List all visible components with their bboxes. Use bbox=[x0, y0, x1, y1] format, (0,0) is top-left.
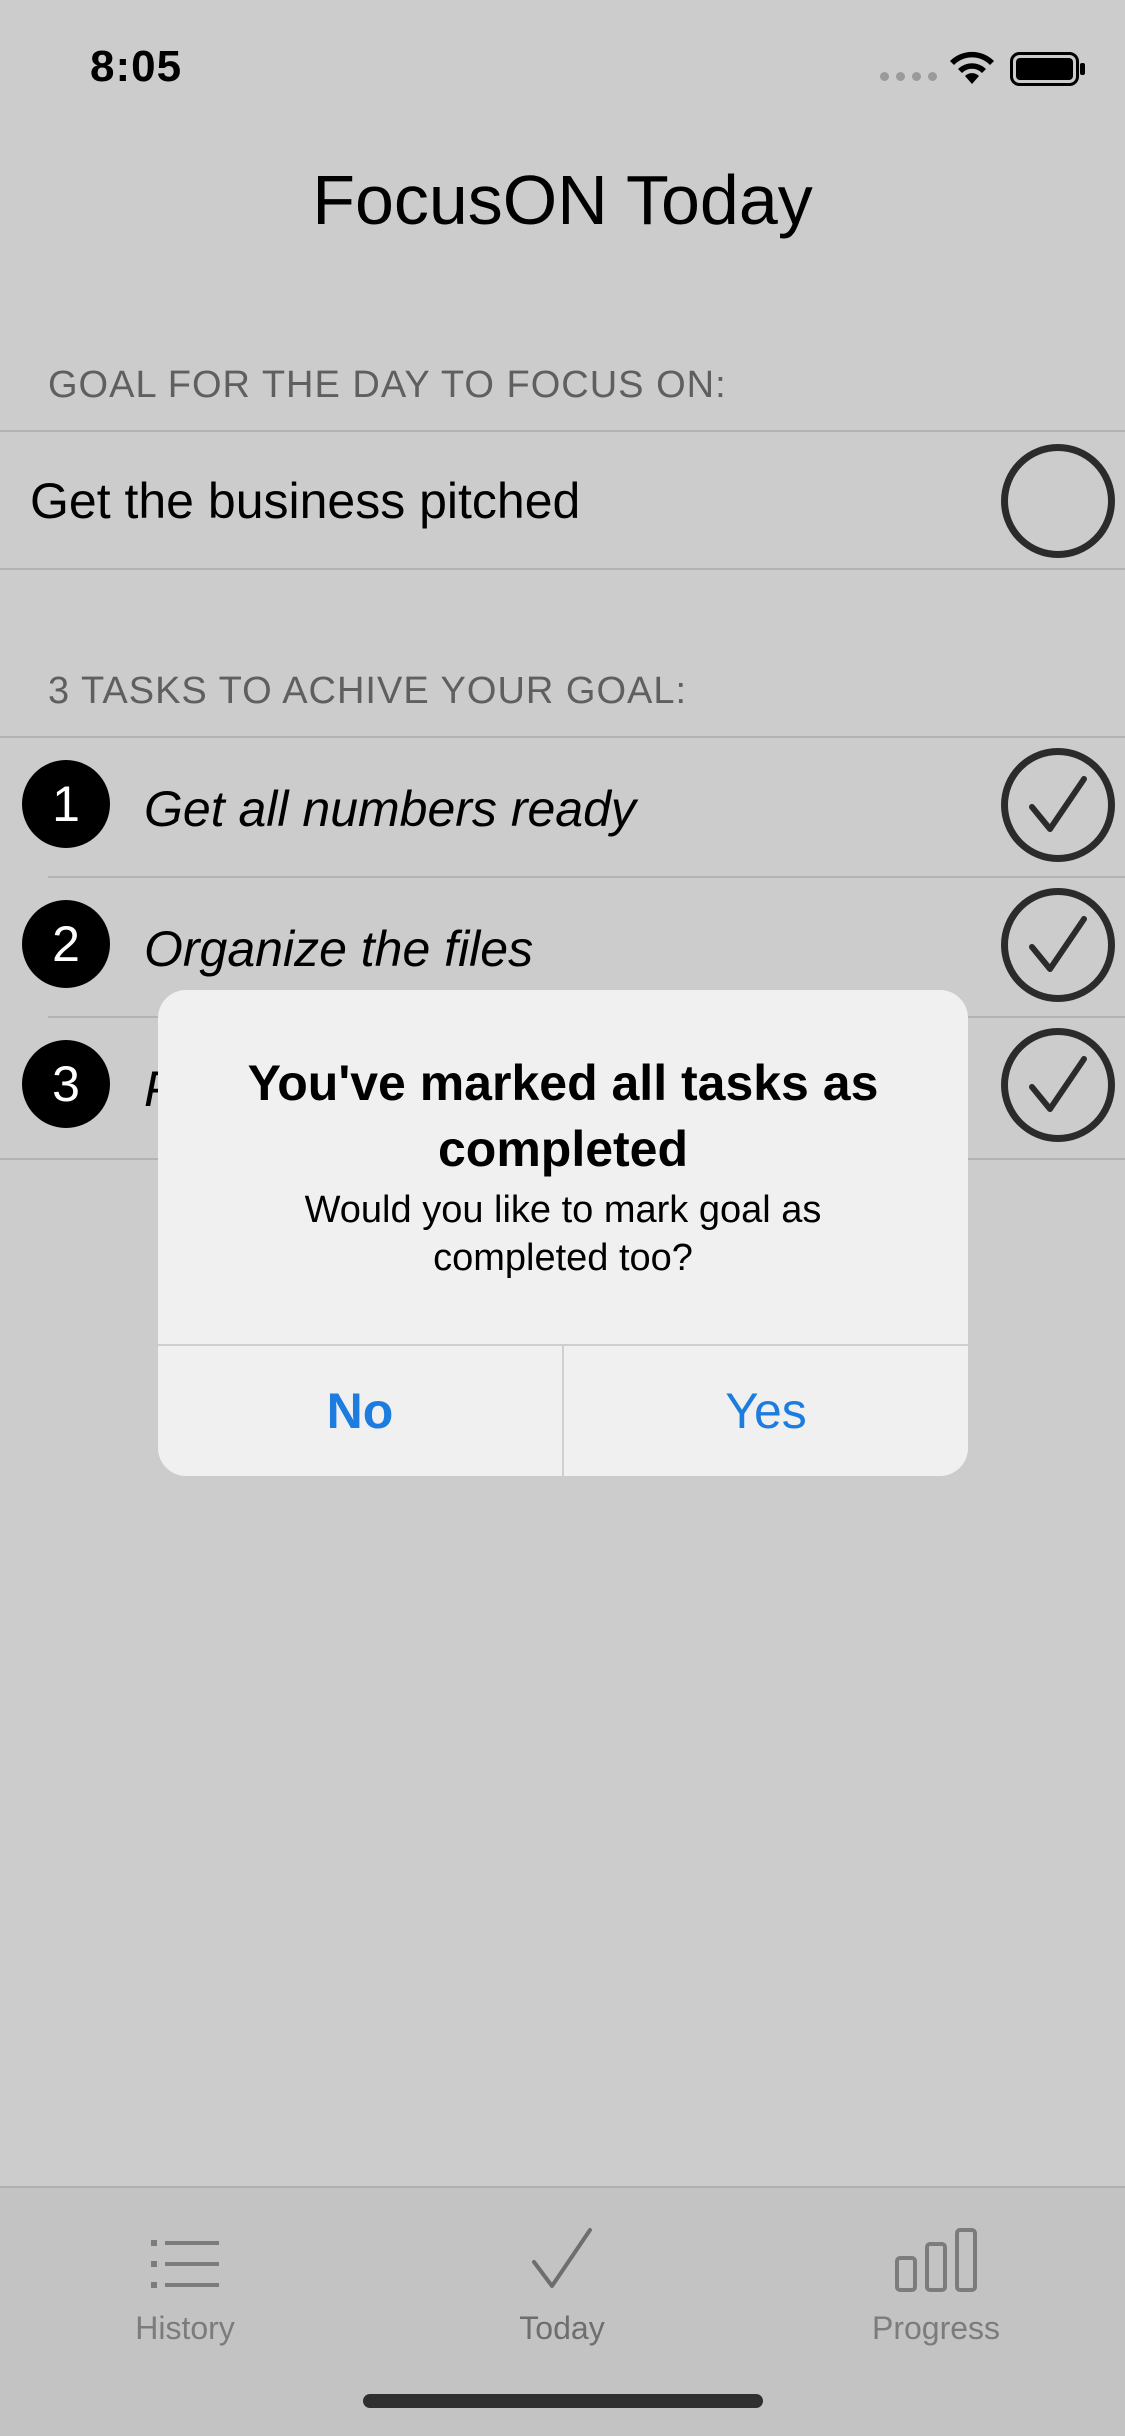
alert-title: You've marked all tasks as completed bbox=[247, 1055, 879, 1177]
page-title: FocusON Today bbox=[312, 161, 813, 239]
tab-progress[interactable]: Progress bbox=[796, 2212, 1076, 2347]
goal-text[interactable]: Get the business pitched bbox=[30, 472, 580, 530]
checkmark-icon bbox=[1029, 1056, 1087, 1112]
task-number-badge: 3 bbox=[22, 1040, 110, 1128]
task-complete-toggle[interactable] bbox=[1001, 1028, 1115, 1142]
task-complete-toggle[interactable] bbox=[1001, 748, 1115, 862]
alert-message: Would you like to mark goal as completed… bbox=[304, 1189, 822, 1279]
checkmark-icon bbox=[1029, 776, 1087, 832]
goal-section-header: GOAL FOR THE DAY TO FOCUS ON: bbox=[48, 364, 727, 406]
checkmark-icon bbox=[532, 2228, 592, 2288]
yes-button[interactable]: Yes bbox=[564, 1346, 968, 1476]
wifi-icon bbox=[950, 51, 994, 84]
goal-row[interactable]: Get the business pitched bbox=[0, 432, 1125, 570]
task-number-badge: 1 bbox=[22, 760, 110, 848]
goal-complete-toggle[interactable] bbox=[1001, 444, 1115, 558]
checkmark-icon bbox=[1029, 916, 1087, 972]
divider bbox=[0, 568, 1125, 570]
battery-icon bbox=[1010, 52, 1085, 86]
task-text[interactable]: Organize the files bbox=[144, 920, 533, 978]
tab-label: Progress bbox=[871, 2310, 1001, 2346]
tab-history[interactable]: History bbox=[45, 2212, 325, 2347]
tab-label: History bbox=[135, 2310, 235, 2346]
bar-chart-icon bbox=[895, 2228, 977, 2292]
list-icon bbox=[151, 2240, 219, 2288]
task-text[interactable]: Get all numbers ready bbox=[144, 780, 636, 838]
tab-label: Today bbox=[519, 2310, 605, 2346]
tab-today[interactable]: Today bbox=[422, 2212, 702, 2347]
task-number-badge: 2 bbox=[22, 900, 110, 988]
home-indicator[interactable] bbox=[363, 2394, 763, 2408]
tasks-section-header: 3 TASKS TO ACHIVE YOUR GOAL: bbox=[48, 670, 688, 712]
no-button[interactable]: No bbox=[158, 1346, 562, 1476]
status-bar: 8:05 bbox=[0, 0, 1125, 132]
status-time: 8:05 bbox=[90, 42, 183, 91]
task-row[interactable]: 1 Get all numbers ready bbox=[0, 738, 1125, 876]
task-complete-toggle[interactable] bbox=[1001, 888, 1115, 1002]
alert-dialog: You've marked all tasks as completed Wou… bbox=[158, 990, 968, 1476]
cellular-signal-icon bbox=[880, 72, 937, 81]
